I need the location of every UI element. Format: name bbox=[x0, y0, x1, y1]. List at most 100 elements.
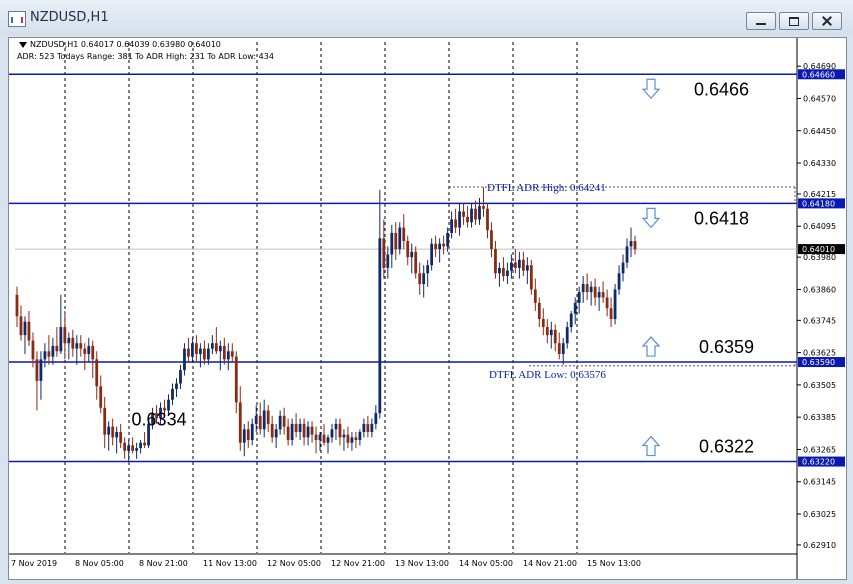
candle-body bbox=[202, 348, 206, 360]
candle-body bbox=[609, 308, 613, 320]
bearish-candle bbox=[585, 273, 589, 301]
candle-body bbox=[107, 426, 111, 435]
restore-button[interactable] bbox=[779, 12, 809, 30]
bullish-candle bbox=[362, 418, 366, 438]
y-tick-label: 0.62910 bbox=[803, 541, 836, 550]
bearish-candle bbox=[366, 415, 370, 438]
candle-body bbox=[613, 289, 617, 320]
bullish-candle bbox=[87, 337, 91, 363]
bullish-candle bbox=[171, 383, 174, 406]
candle-body bbox=[617, 273, 621, 290]
candle-body bbox=[191, 343, 194, 357]
x-tick-label: 11 Nov 13:00 bbox=[203, 559, 257, 568]
bullish-candle bbox=[250, 418, 254, 446]
x-tick-label: 7 Nov 2019 bbox=[11, 559, 57, 568]
bearish-candle bbox=[270, 415, 274, 443]
level-price-tag: 0.63220 bbox=[798, 456, 845, 467]
candle-body bbox=[394, 232, 398, 250]
candle-body bbox=[23, 321, 27, 336]
bearish-candle bbox=[442, 235, 446, 255]
candle-body bbox=[386, 254, 390, 268]
candle-body bbox=[326, 437, 330, 443]
bullish-candle bbox=[115, 426, 119, 454]
current-price-tag-text: 0.64010 bbox=[802, 245, 835, 254]
bullish-candle bbox=[589, 281, 593, 306]
bullish-candle bbox=[191, 337, 194, 363]
bullish-candle bbox=[358, 429, 362, 446]
level-price-tag-text: 0.64180 bbox=[802, 199, 835, 208]
candle-body bbox=[458, 211, 461, 228]
candle-body bbox=[374, 413, 378, 424]
bullish-candle bbox=[135, 442, 139, 459]
candle-body bbox=[529, 265, 533, 290]
bearish-candle bbox=[633, 235, 637, 255]
y-tick-label: 0.64570 bbox=[803, 94, 836, 103]
candle-body bbox=[262, 410, 266, 430]
bullish-candle bbox=[581, 275, 585, 303]
bearish-candle bbox=[521, 251, 525, 276]
x-tick-label: 13 Nov 13:00 bbox=[395, 559, 449, 568]
candle-body bbox=[71, 337, 75, 349]
bearish-candle bbox=[234, 351, 238, 414]
x-tick-label: 12 Nov 05:00 bbox=[267, 559, 321, 568]
bullish-candle bbox=[330, 423, 334, 443]
bearish-candle bbox=[302, 418, 306, 446]
candle-body bbox=[19, 316, 23, 336]
candle-body bbox=[183, 348, 186, 371]
candle-body bbox=[179, 370, 182, 384]
candle-body bbox=[366, 423, 370, 432]
price-chart[interactable]: 0.646900.645700.644500.643300.642150.640… bbox=[9, 38, 846, 579]
up-arrow-icon bbox=[641, 336, 661, 357]
bearish-candle bbox=[310, 421, 314, 443]
candle-body bbox=[414, 251, 418, 274]
candle-body bbox=[549, 329, 553, 336]
bearish-candle bbox=[490, 222, 493, 258]
candle-body bbox=[402, 227, 406, 242]
y-tick-label: 0.63625 bbox=[803, 349, 836, 358]
candle-body bbox=[486, 208, 489, 231]
bearish-candle bbox=[434, 235, 438, 258]
minimize-button[interactable] bbox=[746, 12, 776, 30]
candle-body bbox=[569, 313, 573, 328]
candle-body bbox=[278, 415, 282, 430]
bearish-candle bbox=[258, 402, 262, 435]
bullish-candle bbox=[127, 440, 131, 462]
dropdown-triangle-icon[interactable] bbox=[19, 41, 27, 48]
close-button[interactable] bbox=[812, 12, 842, 30]
candle-body bbox=[135, 448, 139, 451]
y-tick-label: 0.63745 bbox=[803, 316, 836, 325]
bearish-candle bbox=[27, 310, 31, 346]
candle-body bbox=[214, 343, 218, 352]
bullish-candle bbox=[506, 262, 509, 285]
candle-body bbox=[629, 241, 633, 247]
candle-body bbox=[466, 216, 469, 223]
bearish-candle bbox=[214, 327, 218, 354]
candle-body bbox=[382, 238, 386, 268]
window-titlebar[interactable]: NZDUSD,H1 bbox=[0, 0, 853, 36]
candle-body bbox=[210, 343, 214, 349]
candle-body bbox=[175, 383, 178, 389]
candle-body bbox=[362, 423, 366, 432]
level-label: 0.6466 bbox=[694, 79, 749, 99]
price-annotation: 0.6334 bbox=[132, 410, 187, 430]
candle-body bbox=[87, 345, 91, 354]
x-tick-label: 14 Nov 05:00 bbox=[459, 559, 513, 568]
candle-body bbox=[322, 434, 326, 443]
chart-area[interactable]: 0.64690 0.64570 0.64450 0.64330 0.64215 0.640… bbox=[8, 37, 847, 580]
y-tick-label: 0.63860 bbox=[803, 285, 836, 294]
y-tick-label: 0.63505 bbox=[803, 381, 836, 390]
bullish-candle bbox=[549, 321, 553, 349]
candle-body bbox=[282, 415, 286, 427]
candle-body bbox=[99, 386, 103, 408]
candle-body bbox=[127, 445, 131, 451]
bullish-candle bbox=[290, 418, 294, 446]
y-tick-label: 0.63385 bbox=[803, 413, 836, 422]
bullish-candle bbox=[470, 203, 473, 228]
bullish-candle bbox=[326, 434, 330, 454]
bullish-candle bbox=[370, 418, 374, 438]
bullish-candle bbox=[298, 418, 302, 441]
bearish-candle bbox=[553, 324, 557, 352]
candle-body bbox=[91, 345, 95, 360]
candle-body bbox=[621, 262, 625, 274]
candle-body bbox=[290, 423, 294, 441]
